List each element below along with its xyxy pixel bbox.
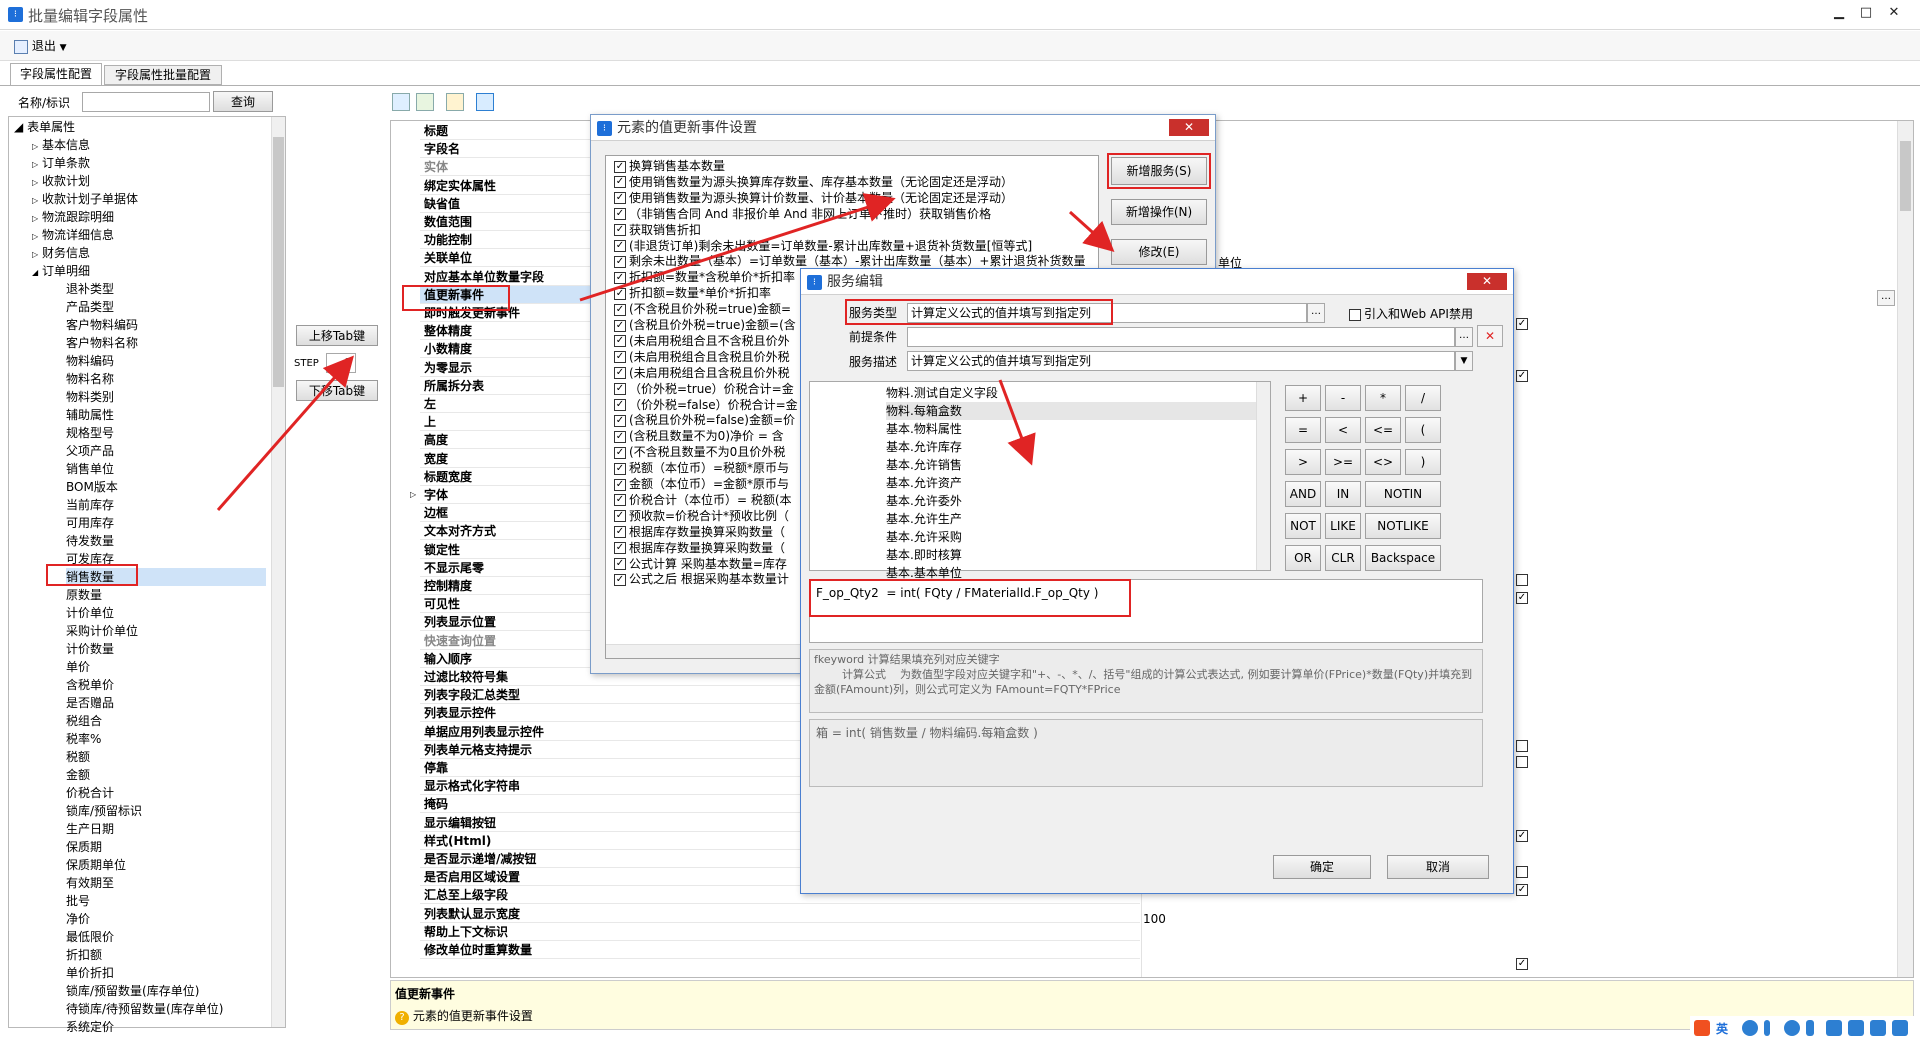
keyboard-icon[interactable] (1826, 1020, 1842, 1036)
annotation-arrows (216, 193, 1115, 511)
ime-lang[interactable]: 英 (1716, 1020, 1728, 1037)
comma-icon[interactable] (1764, 1020, 1770, 1036)
arrow-to-tab-move (216, 355, 354, 511)
mic-icon[interactable] (1806, 1020, 1814, 1036)
person-icon[interactable] (1848, 1020, 1864, 1036)
arrow-to-add-service (579, 193, 896, 302)
emoji-icon[interactable] (1784, 1020, 1800, 1036)
arrow-to-dialog2 (1068, 210, 1115, 253)
arrow-to-fields (998, 379, 1036, 466)
ime-tray: 英 (1690, 1016, 1920, 1040)
sogou-icon[interactable] (1694, 1020, 1710, 1036)
moon-icon[interactable] (1742, 1020, 1758, 1036)
shirt-icon[interactable] (1870, 1020, 1886, 1036)
grid-icon[interactable] (1892, 1020, 1908, 1036)
